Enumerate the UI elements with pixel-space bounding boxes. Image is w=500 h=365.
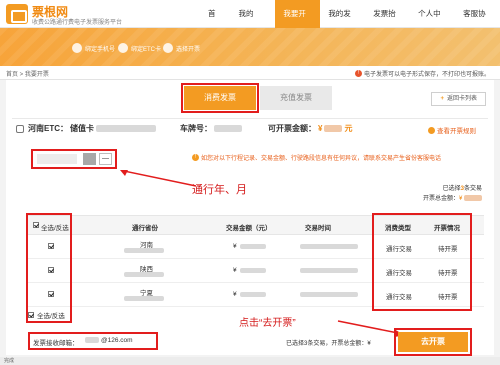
annotation-arrow-go — [337, 320, 404, 337]
email-user-masked — [85, 337, 99, 343]
breadcrumb-bar: 首页 > 我要开票 ! 电子发票可以电子形式保存，不打印也可报账。 — [0, 66, 500, 80]
email-field[interactable]: @126.com — [101, 337, 133, 344]
rule-link-label: 查看开票规则 — [437, 128, 476, 135]
annotation-arrow-month — [120, 170, 197, 187]
row-detail-masked — [124, 248, 164, 253]
top-header: 票根网 收费公路通行费电子发票服务平台 首页 我的ETC 我要开票 我的发票 发… — [0, 0, 500, 46]
nav-invoice[interactable]: 我要开票 — [275, 0, 321, 46]
nav-invoice-title[interactable]: 发票抬头 — [365, 0, 410, 46]
nav-my-invoices[interactable]: 我的发票 — [320, 0, 365, 46]
phone-icon — [72, 43, 82, 53]
row-amount-masked — [240, 292, 266, 297]
hint-text: 如您对以下行程记录、交易金额、行驶路段信息有任何异议，请联系交易产生省份客服电话 — [201, 156, 442, 162]
selection-amount-line: 开票总金额：¥ — [423, 194, 482, 204]
step-bind-card: 绑定ETC卡 — [118, 43, 161, 53]
province-label: 河南ETC： — [28, 124, 68, 133]
nav-home[interactable]: 首页 — [200, 0, 230, 46]
col-time: 交易时间 — [305, 225, 331, 232]
row-amount-masked — [240, 268, 266, 273]
col-amount: 交易金额（元） — [226, 225, 272, 232]
email-label: 发票接收邮箱： — [33, 340, 79, 347]
card-icon — [118, 43, 128, 53]
month-filter: — — [31, 149, 117, 169]
row-amount-currency: ¥ — [233, 243, 237, 250]
selection-count-line: 已选择3条交易 — [442, 186, 482, 192]
row-detail-masked — [124, 272, 164, 277]
step-label: 绑定手机号 — [85, 46, 116, 53]
dispute-hint: ! 如您对以下行程记录、交易金额、行驶路段信息有任何异议，请联系交易产生省份客服… — [192, 153, 441, 162]
invoice-icon — [163, 43, 173, 53]
notice: ! 电子发票可以电子形式保存，不打印也可报账。 — [354, 69, 490, 78]
row-detail-masked — [124, 296, 164, 301]
plus-icon: + — [440, 96, 444, 102]
tab-recharge-invoice[interactable]: 充值发票 — [260, 86, 332, 110]
row-time-masked — [300, 244, 358, 249]
row-amount-currency: ¥ — [233, 291, 237, 298]
annotation-go: 点击“去开票” — [239, 318, 296, 329]
invoice-panel: 消费发票 充值发票 + 返回卡列表 河南ETC： 储值卡 车牌号： 可开票金额：… — [6, 80, 494, 356]
amount-label: 可开票金额： — [268, 124, 316, 133]
footer-total: 已选择3条交易，开票总金额：¥ — [286, 341, 371, 347]
amount-masked — [324, 125, 343, 132]
total-amount-masked — [464, 195, 482, 202]
amount-unit: 元 — [344, 124, 353, 133]
warning-icon: ! — [192, 154, 199, 161]
logo-subtitle: 收费公路通行费电子发票服务平台 — [32, 20, 123, 26]
back-to-card-list-button[interactable]: + 返回卡列表 — [431, 92, 486, 106]
invoice-type-tabs: 消费发票 充值发票 — [181, 83, 332, 113]
invoice-rules-link[interactable]: 查看开票规则 — [428, 125, 476, 135]
year-month-input[interactable] — [37, 154, 77, 164]
clear-button[interactable]: — — [99, 153, 112, 165]
nav-personal-center[interactable]: 个人中心 — [410, 0, 455, 46]
main-nav: 首页 我的ETC 我要开票 我的发票 发票抬头 个人中心 客服协助 — [200, 0, 500, 46]
annotation-box-status — [372, 213, 472, 311]
selection-summary: 已选择3条交易 开票总金额：¥ — [423, 184, 482, 204]
col-province: 通行省份 — [132, 225, 158, 232]
card-number-masked — [96, 125, 156, 132]
breadcrumb: 首页 > 我要开票 — [6, 72, 49, 78]
step-choose-invoice: 选择开票 — [163, 43, 200, 53]
email-section: 发票接收邮箱： @126.com — [28, 332, 158, 350]
step-label: 绑定ETC卡 — [131, 46, 162, 53]
annotation-box-checkboxes — [26, 213, 72, 323]
card-info: 河南ETC： 储值卡 车牌号： 可开票金额： ¥ 元 — [16, 123, 352, 134]
card-type: 储值卡 — [70, 124, 94, 133]
nav-support[interactable]: 客服协助 — [455, 0, 500, 46]
tab-consumption-invoice[interactable]: 消费发票 — [181, 83, 259, 113]
info-icon: ! — [354, 70, 362, 77]
plate-label: 车牌号： — [180, 124, 212, 133]
divider — [12, 118, 488, 119]
notice-text: 电子发票可以电子形式保存，不打印也可报账。 — [363, 72, 490, 78]
nav-my-etc[interactable]: 我的ETC — [230, 0, 275, 46]
logo-icon[interactable] — [6, 4, 28, 24]
step-label: 选择开票 — [176, 46, 201, 53]
back-button-label: 返回卡列表 — [446, 96, 477, 102]
row-time-masked — [300, 292, 358, 297]
row-amount-masked — [240, 244, 266, 249]
status-bar: 完成 — [0, 357, 500, 365]
etc-card-icon — [16, 124, 24, 133]
calendar-button[interactable] — [83, 153, 96, 165]
row-time-masked — [300, 268, 358, 273]
help-icon — [428, 126, 435, 134]
step-bind-phone: 绑定手机号 — [72, 43, 115, 53]
plate-number-masked — [214, 125, 242, 132]
annotation-month: 通行年、月 — [192, 184, 247, 196]
amount-currency: ¥ — [318, 124, 323, 133]
go-invoice-button[interactable]: 去开票 — [394, 328, 472, 356]
row-amount-currency: ¥ — [233, 267, 237, 274]
steps-banner: 绑定手机号 绑定ETC卡 选择开票 — [0, 28, 500, 66]
